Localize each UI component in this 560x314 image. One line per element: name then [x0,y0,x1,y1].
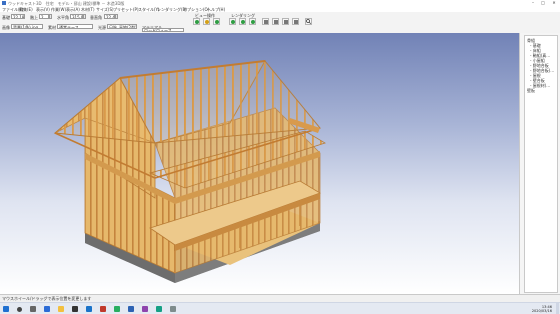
material-label: 素材 [48,24,56,30]
app-icon [2,1,6,5]
texture-select[interactable]: ウッドウィース [142,28,184,32]
show-desktop-button[interactable] [556,303,559,314]
status-bar: マウスホイール/ドラッグで表示位置を変更します [0,294,560,302]
render-button-3[interactable] [249,18,256,25]
step-first-button[interactable] [262,18,269,25]
floor-label: 階上 [30,14,38,20]
app-icon-purple[interactable] [142,306,148,312]
floor-field[interactable]: 2 [39,14,49,19]
zoom-view-button[interactable] [213,18,220,25]
image-label: 画像 [2,24,10,30]
base-label: 基礎 [2,14,10,20]
pan-view-button[interactable] [203,18,210,25]
task-view-icon[interactable] [30,306,36,312]
3d-viewport[interactable] [0,33,519,294]
woodcast-taskbar-icon[interactable] [128,306,134,312]
step-last-button[interactable] [292,18,299,25]
tree-item-wallboard[interactable]: 壁板 [527,88,535,94]
step-back-button[interactable] [272,18,279,25]
app-icon-green[interactable] [114,306,120,312]
material-select[interactable]: 通常テース [57,24,93,29]
search-icon[interactable] [305,18,312,25]
horizontal-angle-label: 水平角 [57,14,69,20]
toolbar: 基礎 22.18 階上 2 水平角 315.0 垂直角 22.4 ビュー操作 レ… [0,12,560,34]
windows-taskbar: 13:46 2020/03/16 [0,302,560,314]
vertical-angle-label: 垂直角 [90,14,102,20]
start-icon[interactable] [3,306,9,312]
light-label: 光源 [98,24,106,30]
render-button-1[interactable] [229,18,236,25]
base-field[interactable]: 22.18 [11,14,25,19]
mail-icon[interactable] [86,306,92,312]
edge-icon[interactable] [44,306,50,312]
store-icon[interactable] [72,306,78,312]
structure-sidebar: 骨組 - 基礎 - 床組 - 軸組(真… - 小屋組 - 野地合板 - 野地合板… [519,33,560,294]
house-frame-model [53,60,326,283]
vertical-angle-field[interactable]: 22.4 [104,14,115,19]
render-button-2[interactable] [239,18,246,25]
light-select[interactable]: 日陰_平地(2群) [107,24,137,29]
clock-time[interactable]: 13:46 [528,305,552,309]
search-taskbar-icon[interactable] [17,306,22,312]
app-icon-gray[interactable] [170,306,176,312]
step-forward-button[interactable] [282,18,289,25]
layer-tree: 骨組 - 基礎 - 床組 - 軸組(真… - 小屋組 - 野地合板 - 野地合板… [524,35,558,293]
app-icon-red[interactable] [100,306,106,312]
app-icon-teal[interactable] [156,306,162,312]
floor-spinner[interactable] [49,14,52,19]
horizontal-angle-spinner[interactable] [83,14,86,19]
image-select[interactable]: 背景(1色).jpg [11,24,43,29]
orbit-view-button[interactable] [193,18,200,25]
horizontal-angle-field[interactable]: 315.0 [70,14,83,19]
vertical-angle-spinner[interactable] [115,14,118,19]
explorer-icon[interactable] [58,306,64,312]
clock-date[interactable]: 2020/03/16 [528,309,552,313]
